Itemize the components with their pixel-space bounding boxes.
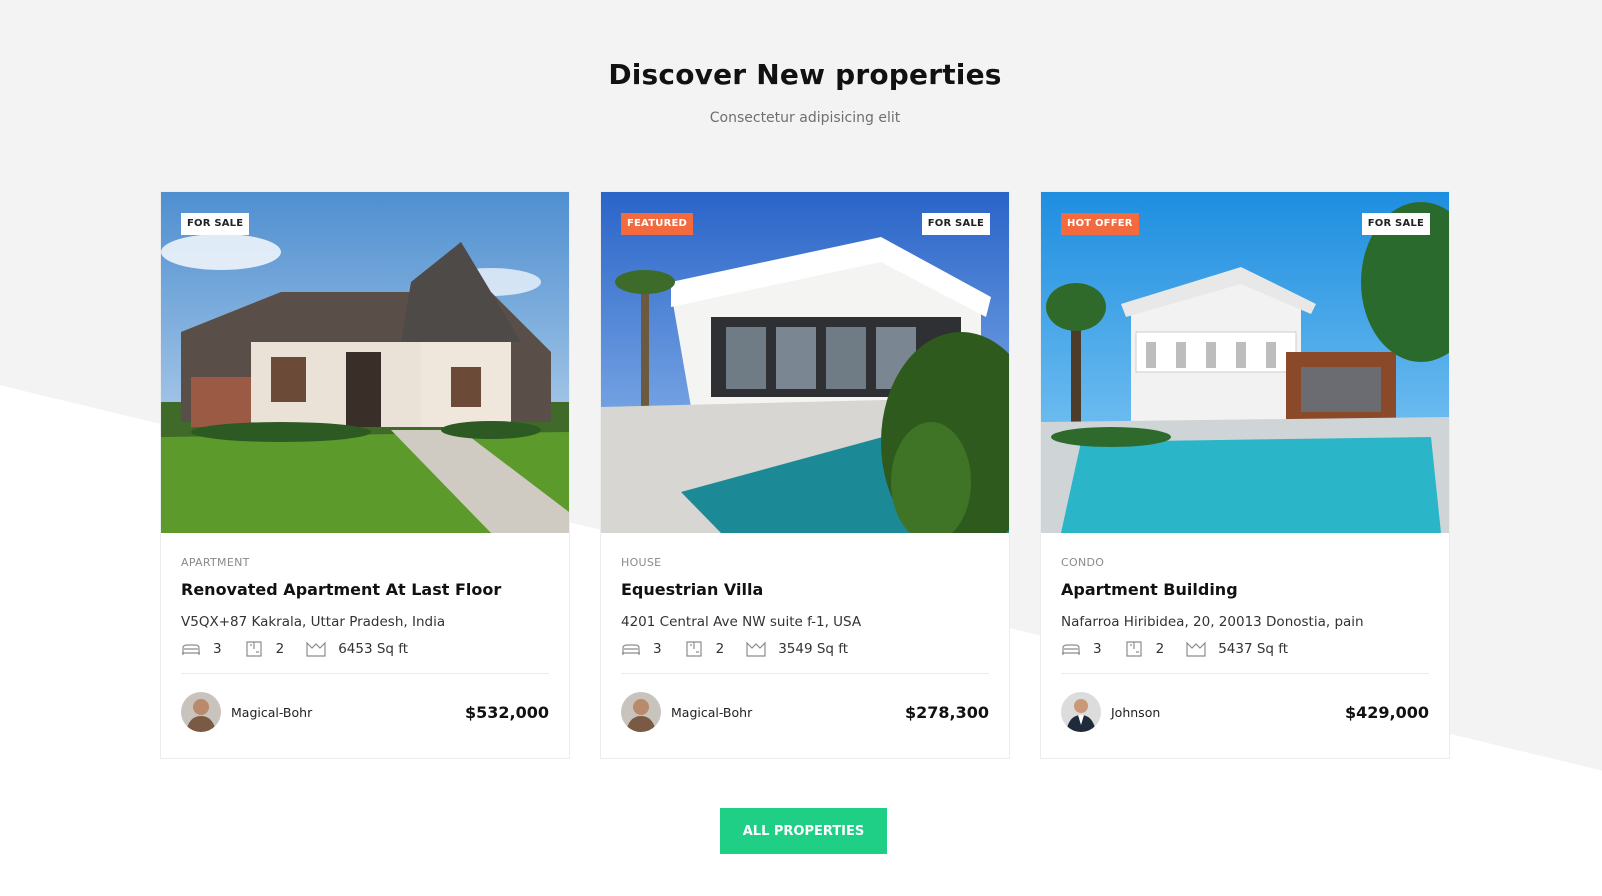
- property-category: HOUSE: [621, 556, 662, 569]
- baths-count: 2: [715, 641, 725, 657]
- badge-hot-offer: HOT OFFER: [1061, 213, 1139, 235]
- badge-featured: FEATURED: [621, 213, 693, 235]
- property-card[interactable]: HOT OFFER FOR SALE CONDO Apartment Build…: [1040, 191, 1450, 759]
- property-features: 3 2 3549 Sq ft: [621, 641, 989, 657]
- house-photo: [601, 192, 1009, 533]
- property-title[interactable]: Renovated Apartment At Last Floor: [181, 580, 549, 599]
- area-value: 3549 Sq ft: [778, 641, 849, 657]
- section-subtitle: Consectetur adipisicing elit: [709, 110, 901, 126]
- area-icon: [1186, 641, 1206, 657]
- area-feature: 6453 Sq ft: [306, 641, 408, 657]
- baths-count: 2: [1155, 641, 1165, 657]
- property-category: APARTMENT: [181, 556, 250, 569]
- area-value: 5437 Sq ft: [1218, 641, 1289, 657]
- badge-for-sale: FOR SALE: [921, 213, 990, 235]
- property-card[interactable]: FOR SALE APARTMENT Renovated Apartment A…: [160, 191, 570, 759]
- property-features: 3 2 6453 Sq ft: [181, 641, 549, 657]
- bath-icon: [685, 641, 702, 657]
- agent[interactable]: Magical-Bohr: [181, 692, 312, 732]
- bath-icon: [1125, 641, 1142, 657]
- badge-for-sale: FOR SALE: [181, 213, 250, 235]
- area-icon: [746, 641, 766, 657]
- bed-icon: [182, 644, 200, 655]
- beds-feature: 3: [621, 641, 662, 657]
- area-feature: 3549 Sq ft: [746, 641, 848, 657]
- area-icon: [306, 641, 326, 657]
- house-photo: [1041, 192, 1449, 533]
- all-properties-button[interactable]: ALL PROPERTIES: [720, 808, 887, 854]
- beds-feature: 3: [181, 641, 222, 657]
- area-value: 6453 Sq ft: [338, 641, 409, 657]
- baths-count: 2: [275, 641, 285, 657]
- area-feature: 5437 Sq ft: [1186, 641, 1288, 657]
- baths-feature: 2: [684, 641, 725, 657]
- property-price: $429,000: [1344, 702, 1429, 722]
- agent[interactable]: Magical-Bohr: [621, 692, 752, 732]
- property-address: Nafarroa Hiribidea, 20, 20013 Donostia, …: [1061, 614, 1364, 630]
- agent-avatar-icon: [1061, 692, 1101, 732]
- card-footer: Johnson $429,000: [1061, 674, 1429, 750]
- property-image[interactable]: FOR SALE: [161, 192, 569, 533]
- property-price: $278,300: [904, 702, 989, 722]
- card-footer: Magical-Bohr $532,000: [181, 674, 549, 750]
- property-card[interactable]: FEATURED FOR SALE HOUSE Equestrian Villa…: [600, 191, 1010, 759]
- agent-avatar-icon: [621, 692, 661, 732]
- property-image[interactable]: HOT OFFER FOR SALE: [1041, 192, 1449, 533]
- agent-name[interactable]: Johnson: [1111, 705, 1160, 720]
- avatar[interactable]: [621, 692, 661, 732]
- bed-icon: [622, 644, 640, 655]
- baths-feature: 2: [1124, 641, 1165, 657]
- avatar[interactable]: [1061, 692, 1101, 732]
- beds-feature: 3: [1061, 641, 1102, 657]
- property-features: 3 2 5437 Sq ft: [1061, 641, 1429, 657]
- house-photo: [161, 192, 569, 533]
- agent-name[interactable]: Magical-Bohr: [231, 705, 312, 720]
- bath-icon: [245, 641, 262, 657]
- card-footer: Magical-Bohr $278,300: [621, 674, 989, 750]
- baths-feature: 2: [244, 641, 285, 657]
- property-title[interactable]: Apartment Building: [1061, 580, 1429, 599]
- agent-avatar-icon: [181, 692, 221, 732]
- badge-for-sale: FOR SALE: [1361, 213, 1430, 235]
- property-address: V5QX+87 Kakrala, Uttar Pradesh, India: [181, 614, 446, 630]
- agent[interactable]: Johnson: [1061, 692, 1160, 732]
- section-title: Discover New properties: [608, 58, 1002, 91]
- property-address: 4201 Central Ave NW suite f-1, USA: [621, 614, 862, 630]
- beds-count: 3: [1093, 641, 1102, 657]
- beds-count: 3: [653, 641, 662, 657]
- property-category: CONDO: [1061, 556, 1105, 569]
- agent-name[interactable]: Magical-Bohr: [671, 705, 752, 720]
- beds-count: 3: [213, 641, 222, 657]
- avatar[interactable]: [181, 692, 221, 732]
- property-title[interactable]: Equestrian Villa: [621, 580, 989, 599]
- property-price: $532,000: [464, 702, 549, 722]
- property-image[interactable]: FEATURED FOR SALE: [601, 192, 1009, 533]
- bed-icon: [1062, 644, 1080, 655]
